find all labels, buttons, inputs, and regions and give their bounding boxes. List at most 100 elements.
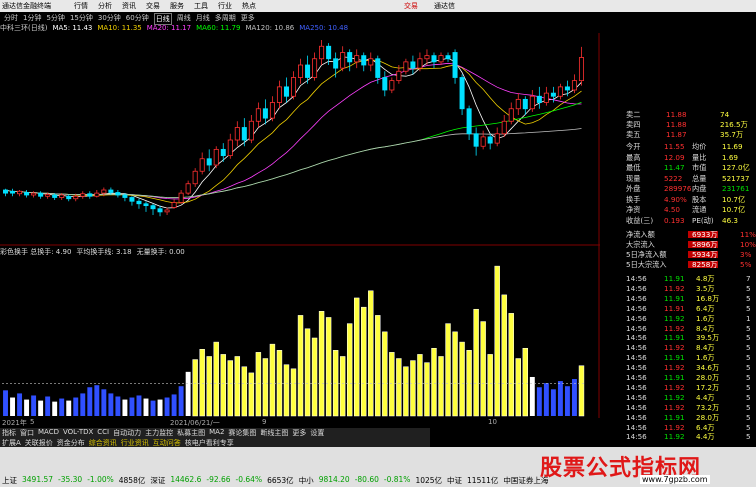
candle-body [361, 55, 367, 66]
candle-body [347, 52, 353, 63]
candle-body [87, 193, 93, 197]
quote-value: 289976 [664, 184, 692, 193]
candle-body [403, 61, 409, 72]
candle-body [101, 189, 107, 194]
flow-label: 净流入额 [626, 230, 655, 239]
quote-value: 12.09 [664, 152, 685, 162]
candle-body [66, 195, 72, 200]
indicator-tab[interactable]: MACD [38, 428, 59, 438]
tick-time: 14:56 [626, 343, 647, 353]
turnover-bar [17, 393, 23, 416]
tick-time: 14:56 [626, 313, 647, 323]
turnover-bar [241, 366, 248, 417]
tick-price: 11.91 [664, 333, 685, 343]
quote-row: 14:56 11.92 34.6万 5 [600, 363, 756, 372]
quote-value: 11.69 [722, 142, 743, 151]
candle-body [10, 190, 16, 194]
tick-time: 14:56 [626, 323, 647, 333]
candle-body [438, 55, 444, 63]
indicator-tab[interactable]: 主力监控 [145, 428, 173, 438]
quote-row: 5日大宗流入 8258万 5% [600, 260, 756, 269]
candle-body [312, 58, 318, 78]
quote-row: 换手 4.90% 股本 10.7亿 [600, 195, 756, 204]
turnover-bar [572, 379, 577, 416]
quote-row: 14:56 11.92 17.2万 5 [600, 383, 756, 392]
turnover-bar [234, 356, 241, 417]
turnover-bar [297, 315, 304, 417]
tick-time: 14:56 [626, 274, 647, 283]
quote-row: 14:56 11.91 39.5万 5 [600, 333, 756, 342]
ma-legend-item: MA250: 10.48 [299, 24, 349, 32]
candle-body [213, 148, 219, 166]
tick-price: 11.92 [664, 382, 685, 392]
status-item: 中证 [447, 476, 463, 485]
status-item: -1.00% [87, 475, 114, 484]
date-axis: 2021年 5 2021/06/21/一 9 10 [0, 418, 600, 427]
candle-body [319, 45, 325, 60]
indicator-tab[interactable]: 自动动力 [113, 428, 141, 438]
indicator-tab[interactable]: MA2 [209, 428, 224, 438]
status-item: -0.64% [235, 475, 263, 484]
quote-row: 现量 5222 总量 521737 [600, 174, 756, 183]
quote-row: 14:56 11.91 1.6万 5 [600, 353, 756, 362]
turnover-bar [262, 358, 269, 417]
candle-body [529, 95, 535, 110]
indicator-tab[interactable]: 断线主图 [260, 428, 288, 438]
turnover-bar [115, 396, 121, 416]
tick-time: 14:56 [626, 363, 647, 373]
turnover-bar [87, 387, 93, 416]
tick-price: 11.92 [664, 402, 685, 412]
indicator-tabs: 指标 窗口 MACD VOL-TDX CCI 自动动力 主力监控 私募主图 MA2 赛论集图 断线主… [0, 428, 430, 438]
candle-body [171, 202, 177, 208]
status-item: 4858亿 [118, 476, 146, 485]
candle-body [192, 170, 198, 185]
turnover-bar [473, 308, 479, 417]
indicator-tab[interactable]: 窗口 [20, 428, 34, 438]
indicator-tab[interactable]: 指标 [2, 428, 16, 438]
candle-body [522, 98, 528, 110]
turnover-bar [339, 356, 346, 417]
candle-body [396, 70, 402, 82]
tick-time: 14:56 [626, 382, 647, 392]
quote-row: 14:56 11.92 73.2万 5 [600, 403, 756, 412]
date-axis-label: 9 [262, 418, 267, 426]
turnover-bar [269, 343, 276, 417]
flow-pct: 10% [740, 240, 756, 249]
quote-row: 卖四 11.88 216.5万 [600, 120, 756, 129]
turnover-bar [318, 311, 325, 417]
tick-flag: 5 [746, 323, 751, 333]
indicator-tab[interactable]: 私募主图 [177, 428, 205, 438]
indicator-tab[interactable]: CCI [97, 428, 109, 438]
indicator-tab[interactable]: 设置 [310, 428, 324, 438]
status-item: 11511亿 [467, 476, 499, 485]
quote-label: 均价 [692, 142, 707, 151]
turnover-bar [550, 389, 556, 416]
turnover-bar [52, 401, 58, 416]
quote-value: 11.55 [664, 142, 685, 151]
indicator-tab[interactable]: 更多 [292, 428, 306, 438]
turnover-bar [529, 376, 535, 416]
quote-value: 10.7亿 [722, 194, 746, 204]
turnover-bar [375, 315, 381, 417]
turnover-bar [452, 331, 458, 417]
turnover-bar [227, 360, 233, 417]
quote-value: 1.69 [722, 152, 739, 162]
quote-value: 11.47 [664, 163, 685, 172]
turnover-bar [108, 393, 114, 416]
candle-body [108, 189, 114, 193]
tick-time: 14:56 [626, 412, 647, 422]
quote-label: 现量 [626, 173, 641, 183]
indicator-tab[interactable]: 赛论集图 [228, 428, 256, 438]
quote-row: 14:56 11.92 1.6万 1 [600, 314, 756, 323]
turnover-bar [368, 290, 374, 417]
tick-price: 11.92 [664, 313, 685, 323]
quote-value: 521737 [722, 173, 750, 183]
indicator-tab[interactable]: VOL-TDX [63, 428, 93, 438]
kline-chart[interactable]: 12.0011.5011.0010.5010.009.509.0015.0014… [0, 0, 600, 418]
quote-label: 换手 [626, 194, 641, 204]
candle-body [283, 86, 289, 97]
turnover-bar [515, 358, 521, 417]
turnover-bar [424, 362, 430, 417]
candle-body [115, 192, 121, 196]
tick-flag: 5 [746, 373, 751, 382]
